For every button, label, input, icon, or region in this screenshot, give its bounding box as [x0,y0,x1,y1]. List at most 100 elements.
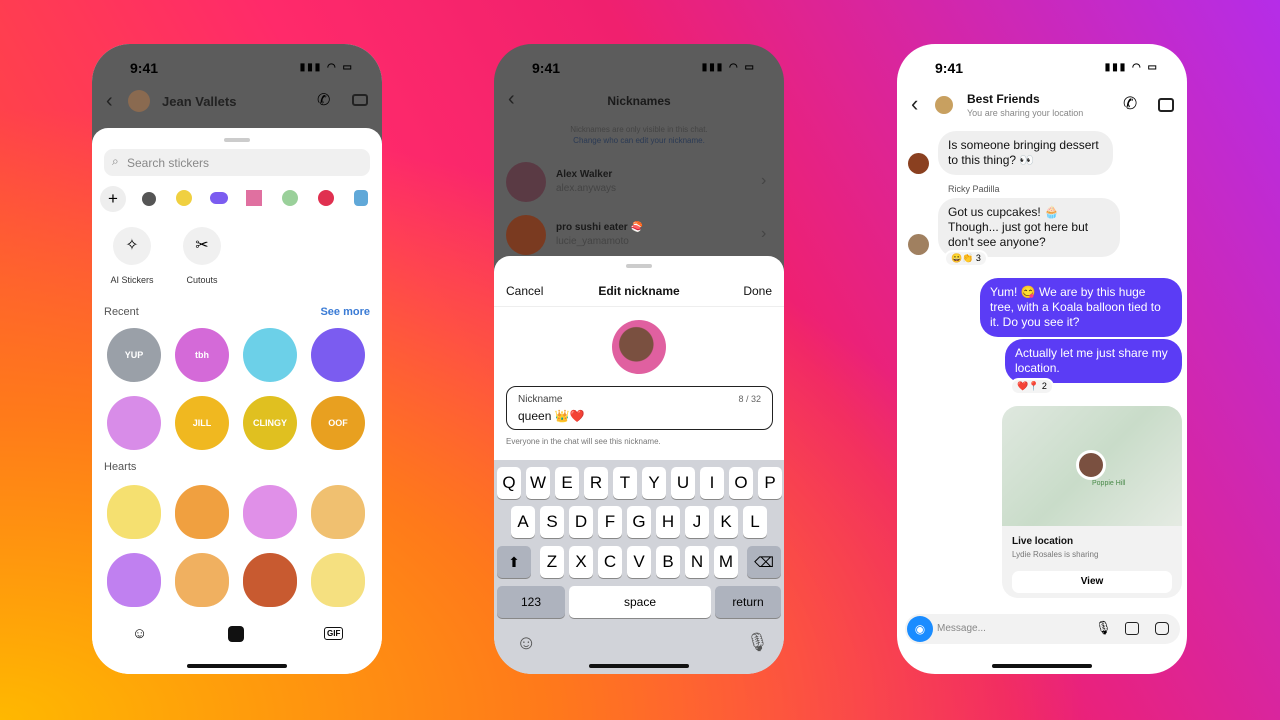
key-y[interactable]: Y [642,467,666,499]
add-sticker-button[interactable]: + [100,186,126,212]
map-label: Poppie Hill [1092,480,1126,487]
phone-chat: 9:41 ▮▮▮ ◠ ▭ ‹ Best Friends You are shari… [897,44,1187,674]
key-h[interactable]: H [656,506,680,538]
message-bubble[interactable]: Yum! 😋 We are by this huge tree, with a … [980,278,1182,337]
back-icon[interactable]: ‹ [911,91,918,117]
key-l[interactable]: L [743,506,767,538]
stickers-tab-icon[interactable] [228,626,244,642]
sticker-tbh[interactable]: tbh [175,328,229,382]
view-button[interactable]: View [1012,571,1172,593]
key-f[interactable]: F [598,506,622,538]
gif-tab[interactable]: GIF [324,627,344,640]
delete-key[interactable]: ⌫ [747,546,781,578]
sheet-handle[interactable] [224,138,250,142]
gallery-icon[interactable] [1125,622,1139,635]
sticker-pack-tab[interactable] [282,190,298,206]
message-bubble[interactable]: Is someone bringing dessert to this thin… [938,131,1113,175]
heart-sticker[interactable] [107,485,161,539]
sticker-lips[interactable] [107,396,161,450]
key-z[interactable]: Z [540,546,564,578]
recent-tab-icon[interactable] [142,192,156,206]
cutouts-button[interactable]: ✂ [183,227,221,265]
signal-wifi-battery-icon: ▮▮▮ ◠ ▭ [299,62,354,73]
heart-sticker[interactable] [243,485,297,539]
video-icon[interactable] [352,94,368,106]
camera-icon[interactable]: ◉ [907,616,933,642]
heart-sticker[interactable] [243,553,297,607]
message-bubble[interactable]: Got us cupcakes! 🧁 Though... just got he… [938,198,1120,257]
sheet-handle[interactable] [626,264,652,268]
heart-sticker[interactable] [175,485,229,539]
sticker-eyes[interactable] [311,328,365,382]
ai-stickers-button[interactable]: ✧ [113,227,151,265]
key-o[interactable]: O [729,467,753,499]
reactions[interactable]: 😀👏 3 [944,250,988,267]
reactions[interactable]: ❤️📍 2 [1010,378,1054,395]
video-icon[interactable] [1158,98,1174,112]
key-d[interactable]: D [569,506,593,538]
key-i[interactable]: I [700,467,724,499]
sticker-pack-tab[interactable] [210,192,228,204]
keyboard: QWERTYUIOP ASDFGHJKL ZXCVBNM ⬆ ⌫ 123 space… [494,460,784,674]
done-button[interactable]: Done [743,284,772,298]
shift-key[interactable]: ⬆ [497,546,531,578]
sticker-clingy[interactable]: CLINGY BUT CARING [243,396,297,450]
live-location-card[interactable]: Poppie Hill Live location Lydie Rosales … [1002,406,1182,598]
heart-sticker[interactable] [107,553,161,607]
key-p[interactable]: P [758,467,782,499]
sticker-pack-tab[interactable] [354,190,368,206]
heart-sticker[interactable] [311,553,365,607]
see-more-link[interactable]: See more [320,306,370,318]
key-v[interactable]: V [627,546,651,578]
key-n[interactable]: N [685,546,709,578]
key-t[interactable]: T [613,467,637,499]
key-m[interactable]: M [714,546,738,578]
message-input[interactable]: ◉ Message... 🎙 [905,614,1180,644]
contact-name: Jean Vallets [162,94,237,109]
sticker-pack-tab[interactable] [318,190,334,206]
key-w[interactable]: W [526,467,550,499]
key-q[interactable]: Q [497,467,521,499]
return-key[interactable]: return [715,586,781,618]
message-bubble[interactable]: Actually let me just share my location. [1005,339,1182,383]
microphone-icon[interactable]: 🎙 [746,632,769,653]
sticker-pack-tab[interactable] [246,190,262,206]
back-icon[interactable]: ‹ [106,90,113,113]
key-b[interactable]: B [656,546,680,578]
home-indicator [992,664,1092,668]
heart-sticker[interactable] [175,553,229,607]
numbers-key[interactable]: 123 [497,586,565,618]
key-j[interactable]: J [685,506,709,538]
key-k[interactable]: K [714,506,738,538]
list-item[interactable]: pro sushi eater 🍣 lucie_yamamoto › [494,215,784,261]
sticker-pack-tab[interactable] [176,190,192,206]
sticker-icon[interactable] [1155,622,1169,635]
search-input[interactable]: ⌕ Search stickers [104,149,370,176]
sticker-chair[interactable]: JILL [175,396,229,450]
key-u[interactable]: U [671,467,695,499]
sticker-oof[interactable]: OOF [311,396,365,450]
key-g[interactable]: G [627,506,651,538]
key-c[interactable]: C [598,546,622,578]
phone-stickers: 9:41 ▮▮▮ ◠ ▭ ‹ Jean Vallets ✆ ⌕ Search st… [92,44,382,674]
space-key[interactable]: space [569,586,711,618]
phone-icon[interactable]: ✆ [317,90,330,110]
key-s[interactable]: S [540,506,564,538]
phone-icon[interactable]: ✆ [1123,94,1137,114]
nickname-field[interactable]: Nickname 8 / 32 queen 👑❤️ [506,386,773,430]
key-e[interactable]: E [555,467,579,499]
key-x[interactable]: X [569,546,593,578]
group-avatar [933,94,955,116]
microphone-icon[interactable]: 🎙 [1095,620,1112,636]
change-permission-link[interactable]: Change who can edit your nickname. [494,136,784,145]
sticker-crying-box[interactable] [243,328,297,382]
live-location-title: Live location [1012,536,1074,547]
cancel-button[interactable]: Cancel [506,284,543,298]
key-a[interactable]: A [511,506,535,538]
key-r[interactable]: R [584,467,608,499]
sticker-yup[interactable]: YUP [107,328,161,382]
heart-sticker[interactable] [311,485,365,539]
list-item[interactable]: Alex Walker alex.anyways › [494,162,784,208]
avatar-stickers-tab-icon[interactable]: ☺ [132,625,147,642]
emoji-icon[interactable]: ☺ [516,632,536,655]
